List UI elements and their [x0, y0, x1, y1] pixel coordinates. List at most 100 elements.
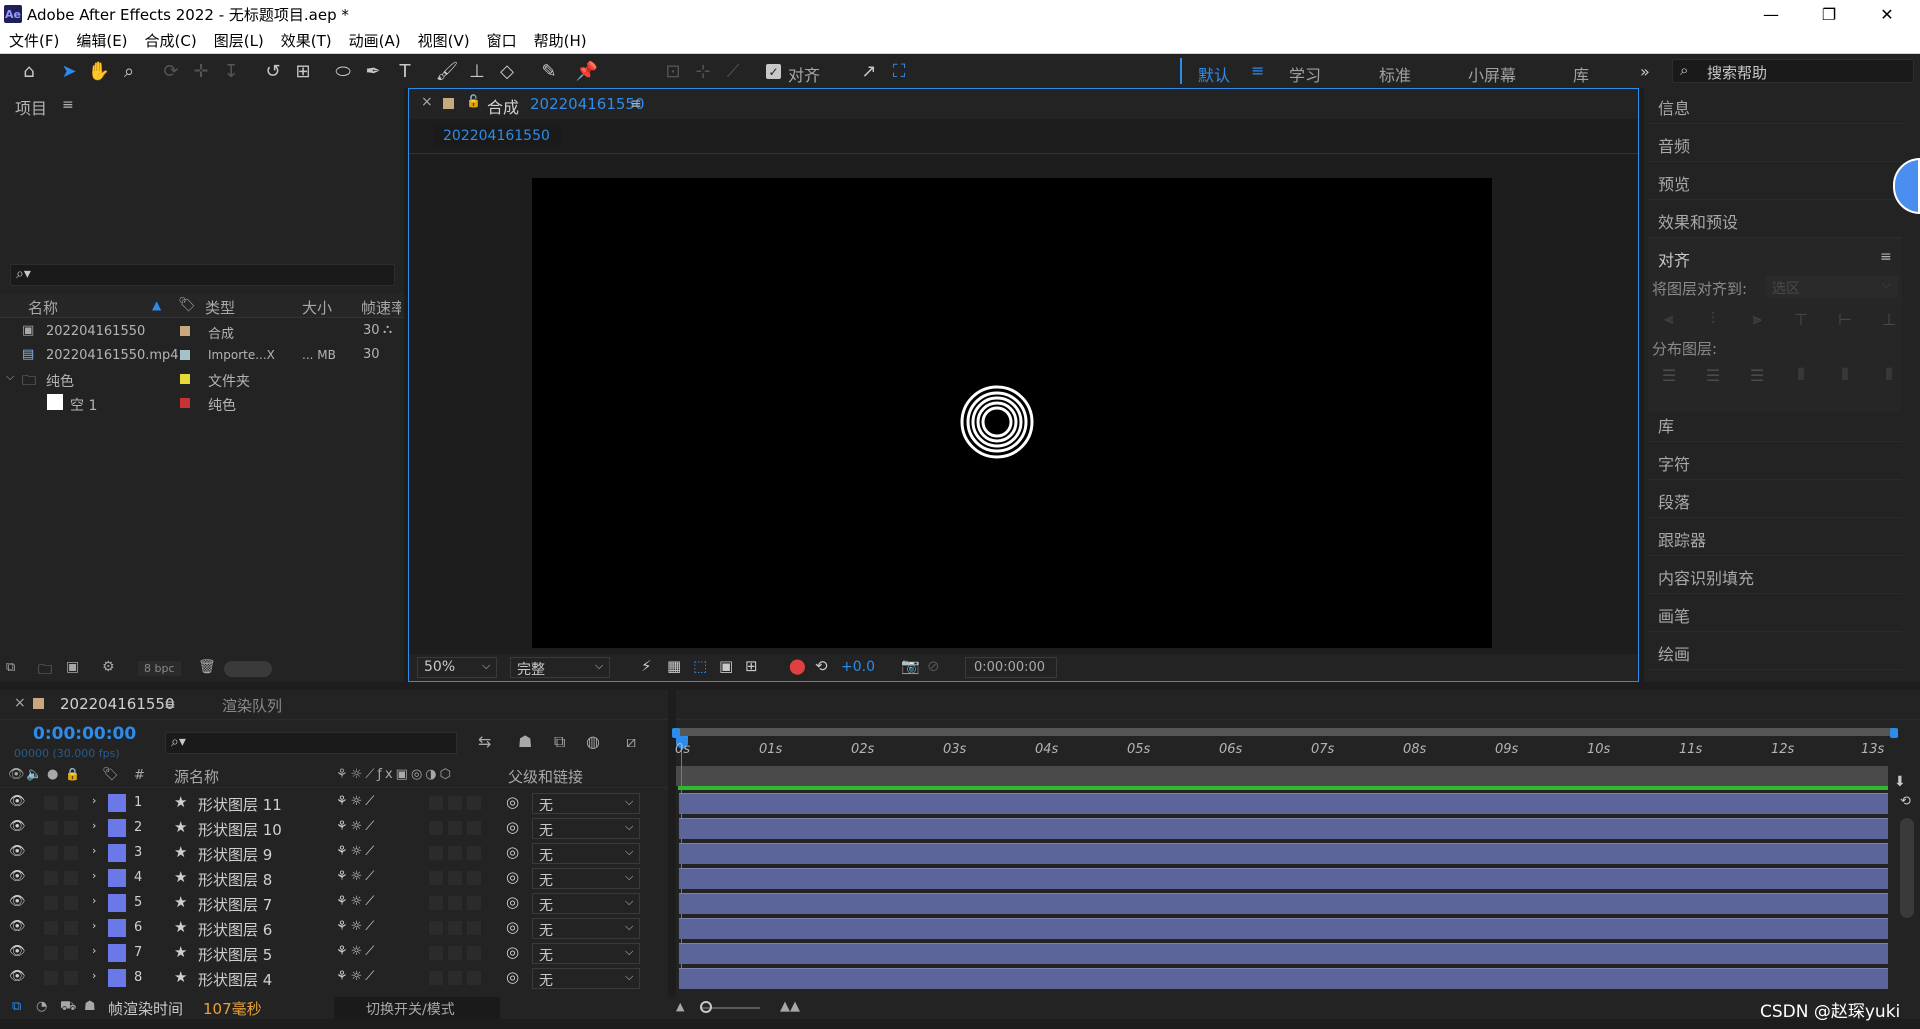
distribute-right-icon[interactable]: ⦀	[1880, 365, 1898, 384]
tracker-panel-tab[interactable]: 跟踪器	[1648, 518, 1902, 556]
project-menu-icon[interactable]: ≡	[62, 97, 74, 113]
distribute-top-icon[interactable]: ☰	[1660, 366, 1678, 385]
align-right-icon[interactable]: ⫸	[1748, 309, 1766, 328]
distribute-h-center-icon[interactable]: ⦀	[1836, 365, 1854, 384]
layer-switches-icons[interactable]: ⚘☼⟋	[336, 894, 377, 909]
motion-blur-icon[interactable]: ◍	[586, 732, 600, 751]
shy-layers-icon[interactable]: ☗	[518, 732, 532, 751]
project-row[interactable]: ⌵ 🗀 纯色 文件夹	[0, 367, 404, 391]
new-composition-icon[interactable]: ▣	[66, 659, 79, 675]
region-of-interest-icon[interactable]: ▣	[719, 657, 733, 675]
label-color-swatch[interactable]	[180, 326, 190, 336]
exposure-value[interactable]: +0.0	[841, 659, 875, 675]
layer-switches-icons[interactable]: ⚘☼⟋	[336, 819, 377, 834]
expand-transfer-controls-icon[interactable]: ◔	[36, 999, 47, 1014]
layer-name[interactable]: 形状图层 11	[198, 794, 282, 815]
parent-dropdown[interactable]: 无 ⌵	[532, 843, 640, 864]
col-type[interactable]: 类型	[205, 297, 235, 318]
align-v-center-icon[interactable]: ⊢	[1836, 310, 1854, 329]
pick-whip-icon[interactable]: ◎	[506, 818, 519, 836]
layer-switches-icons[interactable]: ⚘☼⟋	[336, 794, 377, 809]
solo-switch[interactable]	[44, 971, 58, 985]
pick-whip-icon[interactable]: ◎	[506, 868, 519, 886]
label-color-swatch[interactable]	[180, 350, 190, 360]
layer-row[interactable]: 👁 › 7 ★ 形状图层 5 ⚘☼⟋ ◎ 无 ⌵	[0, 941, 668, 966]
project-settings-icon[interactable]: ⚙	[102, 659, 115, 675]
preview-panel-tab[interactable]: 预览	[1648, 162, 1902, 200]
parent-dropdown[interactable]: 无 ⌵	[532, 793, 640, 814]
switch-slot[interactable]	[467, 871, 481, 885]
color-channels-icon[interactable]: ⬤	[789, 657, 806, 675]
col-name[interactable]: 名称	[28, 297, 58, 318]
grid-guides-icon[interactable]: ⊞	[745, 657, 758, 675]
layer-switches-icons[interactable]: ⚘☼⟋	[336, 944, 377, 959]
label-color-swatch[interactable]	[180, 398, 190, 408]
switch-slot[interactable]	[429, 896, 443, 910]
menu-animation[interactable]: 动画(A)	[349, 30, 401, 51]
eye-icon[interactable]: 👁	[9, 819, 26, 834]
brush-tool-icon[interactable]: 🖌	[434, 59, 460, 83]
align-bottom-icon[interactable]: ⊥	[1880, 310, 1898, 329]
lock-switch[interactable]	[64, 821, 78, 835]
switch-slot[interactable]	[467, 971, 481, 985]
pick-whip-icon[interactable]: ◎	[506, 893, 519, 911]
comp-marker-bin-icon[interactable]: ⬇	[1894, 774, 1906, 790]
chevron-right-icon[interactable]: ›	[92, 919, 96, 932]
layer-row[interactable]: 👁 › 4 ★ 形状图层 8 ⚘☼⟋ ◎ 无 ⌵	[0, 866, 668, 891]
bit-depth-button[interactable]: 8 bpc	[138, 661, 181, 676]
layer-row[interactable]: 👁 › 1 ★ 形状图层 11 ⚘☼⟋ ◎ 无 ⌵	[0, 791, 668, 816]
pick-whip-icon[interactable]: ◎	[506, 918, 519, 936]
render-queue-tab[interactable]: 渲染队列	[222, 695, 282, 716]
close-tab-icon[interactable]: ×	[421, 94, 433, 110]
align-top-icon[interactable]: ⊤	[1792, 310, 1810, 329]
layer-label-color[interactable]	[108, 819, 126, 837]
layer-row[interactable]: 👁 › 3 ★ 形状图层 9 ⚘☼⟋ ◎ 无 ⌵	[0, 841, 668, 866]
audio-toggle-icon[interactable]: 🔈	[26, 767, 42, 782]
switch-slot[interactable]	[467, 896, 481, 910]
switch-slot[interactable]	[448, 796, 462, 810]
switch-slot[interactable]	[429, 921, 443, 935]
pan-camera-icon[interactable]: ✛	[188, 59, 214, 83]
workspace-small-screen[interactable]: 小屏幕	[1468, 62, 1516, 86]
pick-whip-icon[interactable]: ◎	[506, 943, 519, 961]
col-fps[interactable]: 帧速率	[361, 297, 401, 318]
puppet-tool-icon[interactable]: 📌	[574, 59, 600, 83]
switch-slot[interactable]	[448, 821, 462, 835]
layer-duration-bar[interactable]	[679, 893, 1888, 914]
lock-icon[interactable]: 🔓	[466, 94, 481, 108]
layer-duration-bar[interactable]	[679, 843, 1888, 864]
video-toggle-icon[interactable]: 👁	[8, 767, 25, 782]
distribute-bottom-icon[interactable]: ☰	[1748, 366, 1766, 385]
transparency-grid-icon[interactable]: ▦	[667, 657, 681, 675]
col-source-name[interactable]: 源名称	[174, 766, 219, 787]
menu-help[interactable]: 帮助(H)	[534, 30, 587, 51]
hand-tool-icon[interactable]: ✋	[86, 59, 112, 83]
layer-duration-bar[interactable]	[679, 818, 1888, 839]
menu-view[interactable]: 视图(V)	[418, 30, 470, 51]
zoom-tool-icon[interactable]: ⌕	[116, 59, 142, 83]
layer-switches-icons[interactable]: ⚘☼⟋	[336, 969, 377, 984]
sort-up-icon[interactable]: ▲	[152, 298, 161, 312]
layer-label-color[interactable]	[108, 869, 126, 887]
parent-dropdown[interactable]: 无 ⌵	[532, 918, 640, 939]
more-workspaces-icon[interactable]: »	[1640, 62, 1650, 81]
parent-dropdown[interactable]: 无 ⌵	[532, 968, 640, 989]
eraser-tool-icon[interactable]: ◇	[494, 59, 520, 83]
reset-exposure-icon[interactable]: ⟲	[815, 657, 828, 675]
rotate-camera-icon[interactable]: ⟳	[158, 59, 184, 83]
snap-options-icon[interactable]: ↗	[856, 59, 882, 83]
lock-switch[interactable]	[64, 896, 78, 910]
workspace-library[interactable]: 库	[1573, 62, 1589, 86]
timeline-vertical-scrollbar[interactable]	[1900, 818, 1914, 918]
layer-row[interactable]: 👁 › 2 ★ 形状图层 10 ⚘☼⟋ ◎ 无 ⌵	[0, 816, 668, 841]
layer-label-color[interactable]	[108, 844, 126, 862]
switch-slot[interactable]	[448, 871, 462, 885]
layer-name[interactable]: 形状图层 5	[198, 944, 272, 965]
composition-viewer[interactable]	[532, 178, 1492, 648]
chevron-right-icon[interactable]: ›	[92, 794, 96, 807]
align-left-icon[interactable]: ⫷	[1660, 309, 1678, 328]
minimize-button[interactable]: —	[1748, 0, 1794, 28]
switch-slot[interactable]	[429, 946, 443, 960]
parent-dropdown[interactable]: 无 ⌵	[532, 818, 640, 839]
effects-presets-panel-tab[interactable]: 效果和预设	[1648, 200, 1902, 238]
